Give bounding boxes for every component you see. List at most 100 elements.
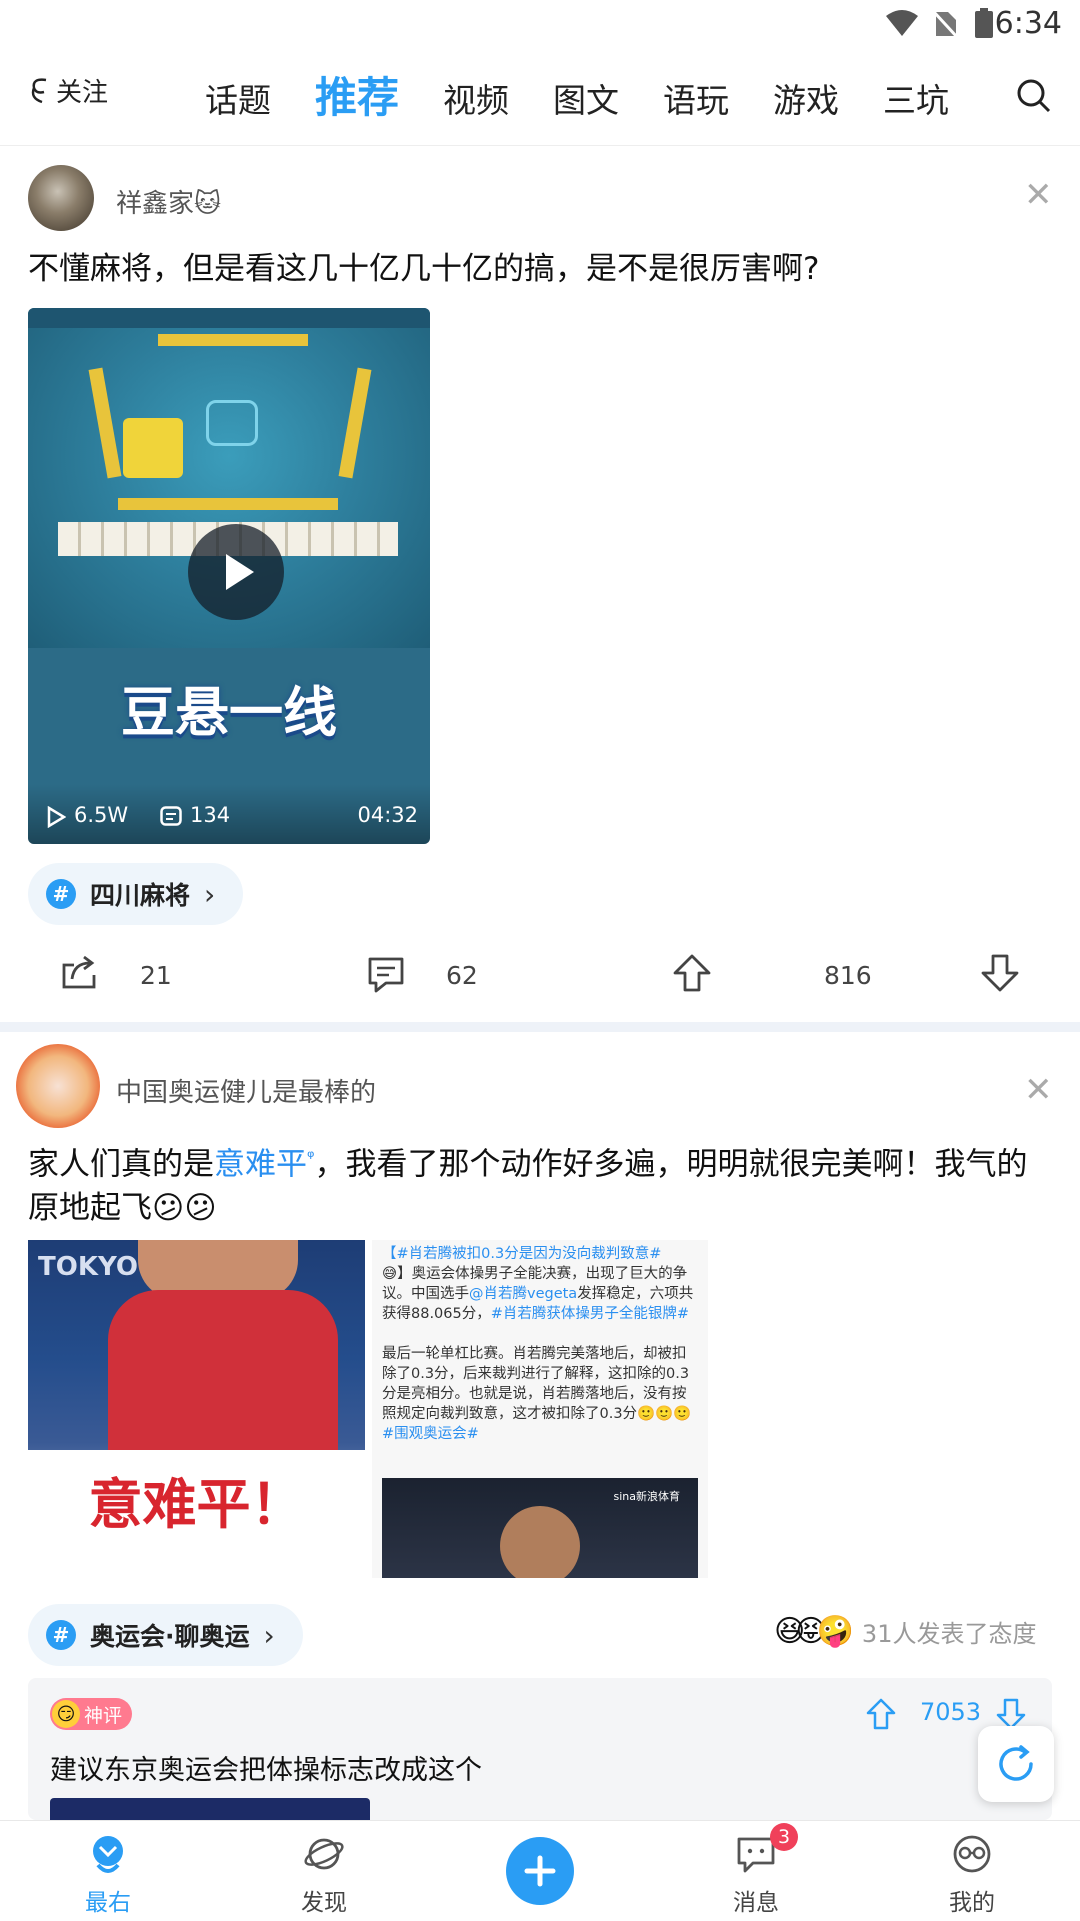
- nav-zuiyou[interactable]: 最右: [48, 1821, 168, 1917]
- reactions-text: 31人发表了态度: [861, 1620, 1037, 1648]
- unread-badge: 3: [770, 1823, 798, 1851]
- comment-text: 建议东京奥运会把体操标志改成这个: [50, 1755, 482, 1786]
- post-image[interactable]: 【#肖若腾被扣0.3分是因为没向裁判致意# 😅】奥运会体操男子全能决赛，出现了巨…: [372, 1240, 708, 1578]
- topic-tag[interactable]: # 四川麻将 ›: [28, 863, 244, 925]
- badge-label: 神评: [84, 1704, 123, 1727]
- nav-messages[interactable]: 3 消息: [696, 1821, 816, 1917]
- comment-image[interactable]: [50, 1798, 370, 1820]
- news-hashtag: #肖若腾获体操男子全能银牌#: [490, 1306, 690, 1322]
- video-duration: 04:32: [357, 803, 418, 827]
- close-icon[interactable]: ✕: [1024, 175, 1053, 215]
- news-photo: sina新浪体育: [382, 1478, 698, 1578]
- status-time: 6:34: [994, 6, 1062, 41]
- hashtag-icon: #: [46, 879, 76, 909]
- share-icon[interactable]: [60, 955, 100, 991]
- follow-label: 关注: [56, 78, 109, 108]
- downvote-icon[interactable]: [980, 953, 1020, 993]
- tab-image-text[interactable]: 图文: [553, 74, 619, 122]
- news-hashtag: 【#肖若腾被扣0.3分是因为没向裁判致意#: [382, 1246, 662, 1262]
- tile-wall-top: [158, 334, 308, 346]
- user-avatar[interactable]: [16, 1044, 100, 1128]
- dice-center: [206, 400, 258, 446]
- share-count: 21: [140, 961, 172, 990]
- smirk-icon: 😏: [52, 1700, 80, 1728]
- view-count: 6.5W: [74, 803, 129, 827]
- refresh-icon: [999, 1745, 1033, 1781]
- post-text: 家人们真的是意难平ᵠ，我看了那个动作好多遍，明明就很完美啊！我气的原地起飞😕😕: [28, 1136, 1058, 1230]
- top-nav: 关注 话题 推荐 视频 图文 语玩 游戏 三坑: [0, 50, 1080, 146]
- refresh-button[interactable]: [978, 1726, 1054, 1802]
- zuiyou-icon: [93, 1836, 123, 1873]
- news-paragraph: 最后一轮单杠比赛。肖若腾完美落地后，却被扣除了0.3分，后来裁判进行了解释，这扣…: [382, 1346, 690, 1422]
- upvote-icon[interactable]: [866, 1698, 896, 1730]
- upvote-icon[interactable]: [672, 953, 712, 993]
- video-caption: 豆悬一线: [121, 681, 337, 744]
- user-avatar[interactable]: [28, 165, 94, 231]
- planet-icon: [304, 1838, 344, 1870]
- athlete-shirt: [108, 1290, 338, 1470]
- tab-games[interactable]: 游戏: [773, 74, 839, 122]
- danmaku-count: 134: [190, 803, 231, 827]
- tab-sankeng[interactable]: 三坑: [883, 74, 949, 122]
- video-top-strip: [28, 308, 430, 328]
- username[interactable]: 中国奥运健儿是最棒的: [116, 1072, 376, 1109]
- tile-wall-bottom: [118, 498, 338, 510]
- follow-icon: [31, 77, 47, 103]
- status-bar: 6:34: [0, 0, 1080, 50]
- bottom-nav: 最右 发现 3 消息 我的: [0, 1820, 1080, 1921]
- feed-divider: [0, 1022, 1080, 1032]
- news-mention: @肖若腾vegeta: [469, 1286, 578, 1302]
- topic-link[interactable]: 意难平: [214, 1146, 307, 1182]
- chevron-right-icon: ›: [263, 1618, 275, 1652]
- follow-button[interactable]: 关注: [28, 72, 108, 109]
- tab-voice-play[interactable]: 语玩: [663, 74, 729, 122]
- nav-profile[interactable]: 我的: [912, 1821, 1032, 1917]
- nav-discover[interactable]: 发现: [264, 1821, 384, 1917]
- battery-icon: [975, 8, 993, 38]
- athlete-head: [500, 1506, 580, 1578]
- hashtag-icon: #: [46, 1620, 76, 1650]
- danmaku-icon: [160, 806, 182, 826]
- close-icon[interactable]: ✕: [1024, 1070, 1053, 1110]
- play-icon[interactable]: [188, 524, 284, 620]
- username[interactable]: 祥鑫家🐱: [116, 183, 221, 220]
- cartoon-character: [123, 418, 183, 478]
- nav-label: 我的: [949, 1890, 995, 1916]
- nav-label: 最右: [85, 1890, 131, 1916]
- tab-bar: 话题 推荐 视频 图文 语玩 游戏 三坑: [205, 64, 993, 125]
- plus-icon: [524, 1855, 556, 1887]
- topic-tag[interactable]: # 奥运会·聊奥运 ›: [28, 1604, 303, 1666]
- wifi-icon: [886, 10, 918, 36]
- comment-count: 62: [446, 961, 478, 990]
- news-hashtag: #围观奥运会#: [382, 1426, 479, 1442]
- post-text: 不懂麻将，但是看这几十亿几十亿的搞，是不是很厉害啊?: [28, 251, 820, 287]
- no-sim-icon: [932, 10, 958, 38]
- profile-icon: [953, 1835, 991, 1873]
- tab-recommend[interactable]: 推荐: [315, 64, 399, 125]
- search-icon[interactable]: [1016, 78, 1052, 114]
- views-icon: [47, 806, 66, 828]
- chevron-right-icon: ›: [204, 877, 216, 911]
- vote-count: 7053: [920, 1698, 982, 1726]
- crazy-emoji-icon: 🤪: [816, 1614, 854, 1649]
- hot-comment[interactable]: 😏 神评 7053 建议东京奥运会把体操标志改成这个: [28, 1678, 1052, 1820]
- topic-label: 四川麻将: [90, 881, 191, 910]
- post-create-button[interactable]: [506, 1837, 574, 1905]
- post-image[interactable]: TOKYO 2020 意难平！: [28, 1240, 365, 1578]
- video-thumbnail[interactable]: 豆悬一线 6.5W 134 04:32: [28, 308, 430, 844]
- hot-comment-badge: 😏 神评: [50, 1698, 133, 1730]
- nav-label: 消息: [733, 1890, 779, 1916]
- feed-post[interactable]: 祥鑫家🐱 ✕ 不懂麻将，但是看这几十亿几十亿的搞，是不是很厉害啊? 豆悬一线 6…: [0, 145, 1080, 1022]
- like-count: 816: [824, 961, 872, 990]
- image-caption: 意难平！: [88, 1473, 305, 1536]
- post-text-part: 家人们真的是: [28, 1146, 214, 1183]
- news-text: 【#肖若腾被扣0.3分是因为没向裁判致意# 😅】奥运会体操男子全能决赛，出现了巨…: [382, 1246, 694, 1442]
- feed-post[interactable]: 中国奥运健儿是最棒的 ✕ 家人们真的是意难平ᵠ，我看了那个动作好多遍，明明就很完…: [0, 1032, 1080, 1820]
- watermark: sina新浪体育: [613, 1490, 681, 1503]
- reactions-summary[interactable]: 😆 😝 🤪 31人发表了态度: [774, 1614, 1036, 1649]
- nav-label: 发现: [301, 1890, 347, 1916]
- topic-label: 奥运会·聊奥运: [90, 1622, 250, 1651]
- tab-topics[interactable]: 话题: [205, 74, 271, 122]
- comment-icon[interactable]: [366, 955, 406, 993]
- tab-video[interactable]: 视频: [443, 74, 509, 122]
